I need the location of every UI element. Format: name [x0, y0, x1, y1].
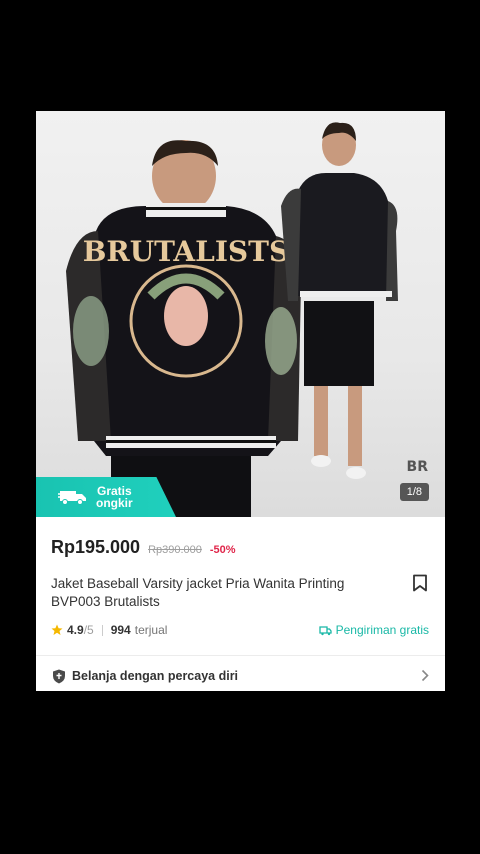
free-shipping-text: Pengiriman gratis — [335, 623, 429, 637]
product-photo: BRUTALISTS BR — [66, 122, 429, 517]
current-price: Rp195.000 — [51, 537, 141, 557]
sold-count: 994 — [110, 623, 131, 637]
rating-row: 4.9 /5 994 terjual — [51, 623, 167, 637]
image-page-counter: 1/8 — [399, 483, 429, 501]
trust-label: Belanja dengan percaya diri — [72, 669, 239, 683]
watermark-logo: BR — [407, 459, 429, 475]
product-title: Jaket Baseball Varsity jacket Pria Wanit… — [51, 576, 345, 609]
banner-line2: ongkir — [96, 496, 133, 510]
truck-icon — [58, 491, 86, 505]
trust-row[interactable]: Belanja dengan percaya diri — [52, 663, 429, 689]
product-details: Rp195.000 Rp390.000 -50% Jaket Baseball … — [36, 517, 445, 691]
chevron-right-icon — [421, 669, 429, 682]
sold-label: terjual — [134, 623, 168, 637]
free-shipping-banner: Gratis ongkir — [36, 477, 176, 517]
rating-value: 4.9 — [67, 623, 84, 637]
rating-max: /5 — [83, 623, 94, 637]
divider — [101, 624, 103, 636]
product-image-gallery[interactable]: BRUTALISTS BR Gratis ongkir 1/8 — [36, 111, 445, 517]
section-divider — [36, 655, 445, 656]
bookmark-icon[interactable] — [412, 574, 428, 592]
original-price: Rp390.000 — [148, 544, 202, 556]
price-row: Rp195.000 Rp390.000 -50% — [51, 537, 236, 558]
back-view-figure: BRUTALISTS — [66, 140, 301, 517]
star-icon — [51, 624, 63, 635]
discount-badge: -50% — [209, 544, 236, 556]
product-card: BRUTALISTS BR Gratis ongkir 1/8 Rp195.00… — [36, 111, 445, 691]
shield-icon — [53, 669, 65, 683]
truck-icon — [318, 625, 332, 635]
jacket-print-text: BRUTALISTS — [83, 235, 289, 268]
free-shipping-label: Pengiriman gratis — [318, 623, 429, 637]
